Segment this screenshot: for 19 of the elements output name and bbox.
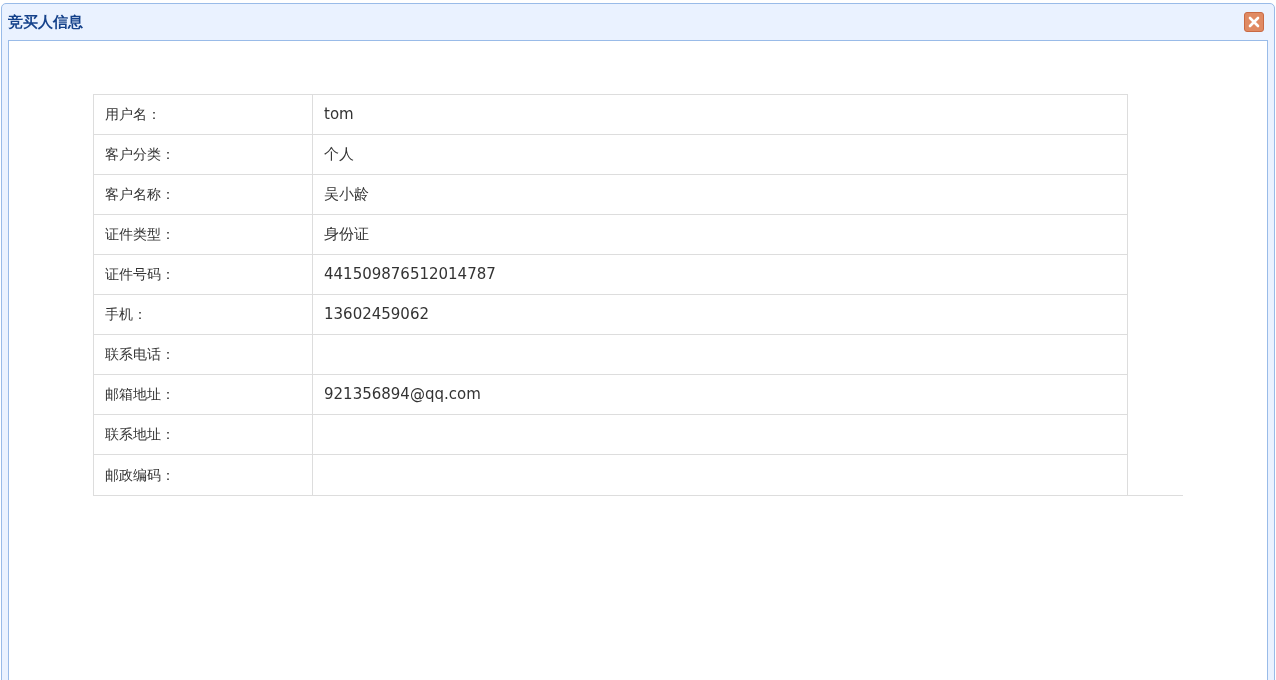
close-button[interactable] xyxy=(1244,12,1264,32)
label-cell: 邮箱地址： xyxy=(94,375,313,414)
label-cell: 手机： xyxy=(94,295,313,334)
label-cell: 客户名称： xyxy=(94,175,313,214)
value-cell-text: 个人 xyxy=(323,144,355,166)
label-cell: 证件类型： xyxy=(94,215,313,254)
window-title: 竞买人信息 xyxy=(8,11,83,33)
label-cell: 联系电话： xyxy=(94,335,313,374)
value-cell-text: 吴小龄 xyxy=(323,184,370,206)
value-cell-text: tom xyxy=(323,104,355,126)
close-icon xyxy=(1248,16,1260,28)
label-cell: 客户分类： xyxy=(94,135,313,174)
value-cell-text: 13602459062 xyxy=(323,304,430,326)
value-cell-text: 921356894@qq.com xyxy=(323,384,482,406)
value-cell-text: 身份证 xyxy=(323,224,370,246)
value-cell-text: 441509876512014787 xyxy=(323,264,497,286)
label-cell: 联系地址： xyxy=(94,415,313,454)
label-cell: 用户名： xyxy=(94,95,313,134)
label-cell: 证件号码： xyxy=(94,255,313,294)
